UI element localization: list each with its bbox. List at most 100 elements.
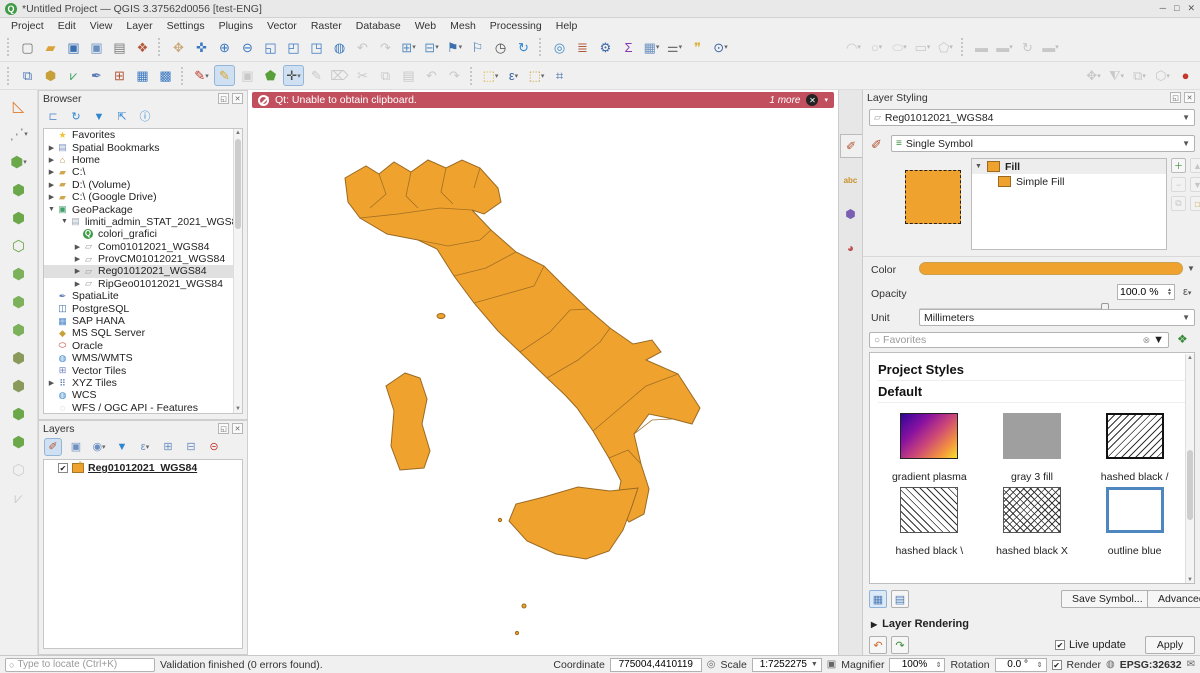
close-icon[interactable]: ✕	[232, 423, 243, 434]
zoom-out-button[interactable]: ⊖	[237, 37, 258, 58]
menu-view[interactable]: View	[83, 20, 120, 32]
browser-item-home[interactable]: ▶⌂Home	[44, 154, 242, 166]
locate-box[interactable]: ○	[5, 658, 155, 672]
magnifier-spinbox[interactable]: ⇕	[889, 658, 945, 672]
map-italy[interactable]	[248, 90, 838, 655]
extents-toggle-icon[interactable]: ◎	[707, 659, 716, 670]
browser-item-ms-sql-server[interactable]: ◆MS SQL Server	[44, 327, 242, 339]
tree-expand-arrow-icon[interactable]: ▶	[73, 255, 82, 263]
browser-item-limiti-admin-stat-2021-wgs84-gpkg[interactable]: ▼▤limiti_admin_STAT_2021_WGS84.gpkg	[44, 216, 242, 228]
dropdown-arrow-icon[interactable]: ▾	[903, 43, 907, 51]
collapse-all-layers-button[interactable]: ⊟	[182, 438, 200, 456]
tree-expand-arrow-icon[interactable]: ▶	[73, 243, 82, 251]
menu-mesh[interactable]: Mesh	[443, 20, 483, 32]
style-search-input[interactable]	[883, 334, 1140, 346]
open-field-calculator-button[interactable]: ⌗	[549, 65, 570, 86]
tree-expand-arrow-icon[interactable]: ▶	[47, 144, 56, 152]
recording-indicator-button[interactable]: ●	[1175, 65, 1196, 86]
new-project-button[interactable]: ▢	[17, 37, 38, 58]
dropdown-arrow-icon[interactable]: ▾	[1166, 72, 1170, 80]
symbology-tab[interactable]: ✐	[840, 134, 862, 158]
italy-sardinia[interactable]	[386, 373, 430, 470]
style-item-hashed-black-x[interactable]: hashed black X	[981, 487, 1084, 557]
pan-map-button[interactable]: ✥	[168, 37, 189, 58]
browser-scrollbar[interactable]: ▲ ▼	[233, 129, 242, 413]
tree-expand-arrow-icon[interactable]: ▶	[73, 280, 82, 288]
menu-processing[interactable]: Processing	[483, 20, 549, 32]
dropdown-arrow-icon[interactable]: ▾	[1121, 72, 1125, 80]
menu-edit[interactable]: Edit	[51, 20, 83, 32]
menu-settings[interactable]: Settings	[160, 20, 212, 32]
close-icon[interactable]: ✕	[1184, 92, 1195, 103]
add-raster-layer-button[interactable]: ▦	[132, 65, 153, 86]
menu-database[interactable]: Database	[349, 20, 408, 32]
message-bar-more-link[interactable]: 1 more	[769, 95, 800, 106]
spin-arrows-icon[interactable]: ▲▼	[1167, 288, 1172, 296]
browser-item-c[interactable]: ▶▰C:\	[44, 166, 242, 178]
scale-combo[interactable]: ▼	[752, 658, 822, 672]
add-mesh-layer-button[interactable]: ▩	[155, 65, 176, 86]
dropdown-arrow-icon[interactable]: ▾	[879, 43, 883, 51]
lock-scale-icon[interactable]: ▣	[827, 659, 836, 670]
toggle-editing-button[interactable]: ✎	[214, 65, 235, 86]
menu-vector[interactable]: Vector	[260, 20, 304, 32]
map-canvas[interactable]: Qt: Unable to obtain clipboard. 1 more ✕…	[248, 90, 838, 655]
save-project-as-button[interactable]: ▣	[86, 37, 107, 58]
browser-item-xyz-tiles[interactable]: ▶⠿XYZ Tiles	[44, 377, 242, 389]
dropdown-arrow-icon[interactable]: ▾	[495, 72, 499, 80]
browser-item-wfs-ogc-api-features[interactable]: ◌WFS / OGC API - Features	[44, 402, 242, 414]
style-manager-button[interactable]: ❖	[132, 37, 153, 58]
new-print-layout-button[interactable]: ▤	[109, 37, 130, 58]
dropdown-arrow-icon[interactable]: ▾	[1097, 72, 1101, 80]
opacity-input[interactable]	[1120, 286, 1167, 298]
apply-button[interactable]: Apply	[1145, 636, 1195, 654]
add-polygon-feature-button[interactable]: ⬟	[260, 65, 281, 86]
tree-expand-arrow-icon[interactable]: ▶	[47, 181, 56, 189]
browser-item-d-volume[interactable]: ▶▰D:\ (Volume)	[44, 179, 242, 191]
close-icon[interactable]: ✕	[232, 93, 243, 104]
locate-input[interactable]	[17, 659, 151, 670]
layer-visibility-checkbox[interactable]: ✔	[58, 463, 68, 473]
browser-refresh-button[interactable]: ↻	[67, 108, 85, 126]
small-island-1[interactable]	[522, 604, 526, 608]
filter-by-expression-button[interactable]: ε▾	[136, 438, 154, 456]
deselect-all-button[interactable]: ⬚▾	[526, 65, 547, 86]
new-3d-map-view-button[interactable]: ⊟▾	[421, 37, 442, 58]
style-item-hashed-black[interactable]: hashed black \	[878, 487, 981, 557]
zoom-to-selection-button[interactable]: ◰	[283, 37, 304, 58]
dropdown-arrow-icon[interactable]: ▾	[146, 443, 150, 451]
browser-collapse-button[interactable]: ⊏	[44, 108, 62, 126]
dropdown-arrow-icon[interactable]: ▾	[1142, 72, 1146, 80]
add-wfs-layer-button[interactable]: ⬢	[7, 430, 31, 454]
browser-item-oracle[interactable]: ⬭Oracle	[44, 340, 242, 352]
undock-icon[interactable]: ◱	[1170, 92, 1181, 103]
filter-legend-button[interactable]: ▼	[113, 438, 131, 456]
browser-item-ripgeo01012021-wgs84[interactable]: ▶▱RipGeo01012021_WGS84	[44, 278, 242, 290]
symbol-tree-simple-fill-row[interactable]: Simple Fill	[972, 174, 1166, 189]
dropdown-arrow-icon[interactable]: ▾	[949, 43, 953, 51]
messages-icon[interactable]: ✉	[1187, 659, 1195, 670]
browser-item-colori-grafici[interactable]: Qcolori_grafici	[44, 228, 242, 240]
dropdown-arrow-icon[interactable]: ▾	[515, 72, 519, 80]
annotation-tool-button[interactable]: ⋰▾	[7, 122, 31, 146]
add-wms-layer-button[interactable]: ⬢	[7, 402, 31, 426]
layout-manager-button[interactable]: ◺	[7, 94, 31, 118]
live-update-checkbox[interactable]: ✔	[1055, 640, 1065, 650]
tree-expand-arrow-icon[interactable]: ▶	[47, 168, 56, 176]
dropdown-arrow-icon[interactable]: ▾	[24, 130, 28, 138]
layer-select-combo[interactable]: ▱ Reg01012021_WGS84 ▼	[869, 109, 1195, 126]
unit-combo[interactable]: Millimeters ▼	[919, 309, 1195, 326]
coordinate-field[interactable]	[610, 658, 702, 672]
style-item-hashed-black[interactable]: hashed black /	[1083, 413, 1186, 483]
color-dropdown-icon[interactable]: ▼	[1187, 264, 1195, 273]
browser-properties-button[interactable]: ⓘ	[136, 108, 154, 126]
search-tool-button[interactable]: ⊙▾	[710, 37, 731, 58]
data-defined-override-button[interactable]: ε▾	[1183, 286, 1191, 298]
add-mesh-layer-side-button[interactable]: ⬢	[7, 318, 31, 342]
opacity-spinbox[interactable]: ▲▼	[1117, 284, 1175, 300]
add-spatialite-layer-button[interactable]: ✒	[86, 65, 107, 86]
style-item-gradient-plasma[interactable]: gradient plasma	[878, 413, 981, 483]
dropdown-arrow-icon[interactable]: ▾	[412, 43, 416, 51]
add-vector-layer-button[interactable]: ⩗	[63, 65, 84, 86]
view3d-tab[interactable]: ⬢	[840, 202, 862, 226]
